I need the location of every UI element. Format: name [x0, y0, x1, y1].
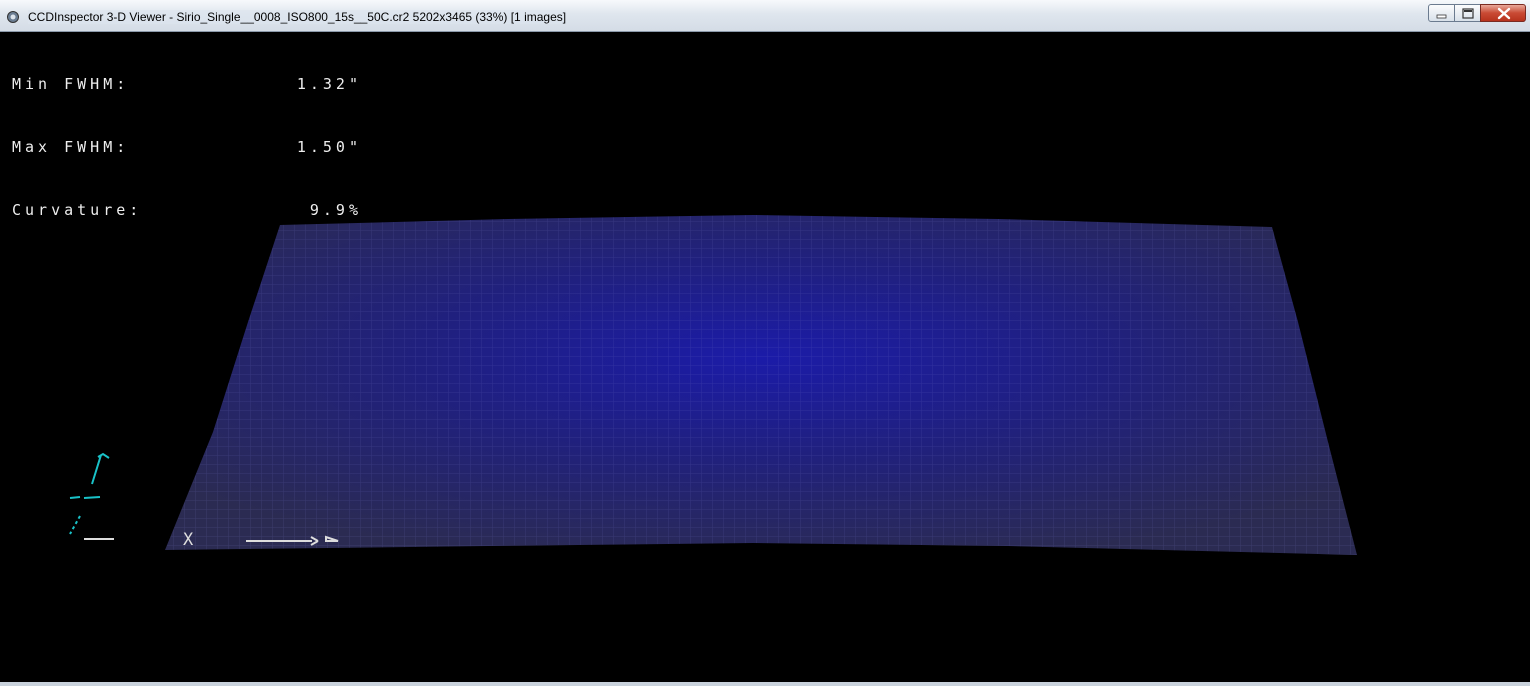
axis-z-arrow — [91, 452, 110, 485]
close-icon — [1497, 7, 1511, 20]
maximize-button[interactable] — [1454, 4, 1481, 22]
x-axis-label: X — [183, 530, 195, 550]
stat-max-fwhm: Max FWHM: 1.50" — [12, 137, 362, 158]
window-left-border — [0, 32, 8, 682]
window-title: CCDInspector 3-D Viewer - Sirio_Single__… — [28, 10, 567, 24]
stat-value: 1.32" — [296, 75, 362, 93]
title-bar[interactable]: CCDInspector 3-D Viewer - Sirio_Single__… — [0, 0, 1530, 32]
stat-curvature: Curvature: 9.9% — [12, 200, 362, 221]
axis-z-lower — [69, 515, 81, 535]
stat-label: Min FWHM: — [12, 75, 130, 93]
stat-value: 1.50" — [296, 138, 362, 156]
stat-min-fwhm: Min FWHM: 1.32" — [12, 74, 362, 95]
maximize-icon — [1462, 8, 1474, 19]
close-button[interactable] — [1480, 4, 1526, 22]
surface-mesh-grid — [165, 215, 1357, 555]
ccdinspector-3d-viewer-window: CCDInspector 3-D Viewer - Sirio_Single__… — [0, 0, 1530, 686]
stat-label: Curvature: — [12, 201, 143, 219]
3d-view-canvas[interactable]: Min FWHM: 1.32" Max FWHM: 1.50" Curvatur… — [8, 32, 1530, 682]
ccdinspector-app-icon[interactable] — [6, 10, 20, 24]
fwhm-statistics-panel: Min FWHM: 1.32" Max FWHM: 1.50" Curvatur… — [12, 32, 362, 263]
minimize-button[interactable] — [1428, 4, 1455, 22]
minimize-icon — [1436, 14, 1447, 19]
window-bottom-border — [0, 682, 1530, 686]
stat-label: Max FWHM: — [12, 138, 130, 156]
stat-value: 9.9% — [309, 201, 362, 219]
axis-y-line — [69, 496, 101, 499]
